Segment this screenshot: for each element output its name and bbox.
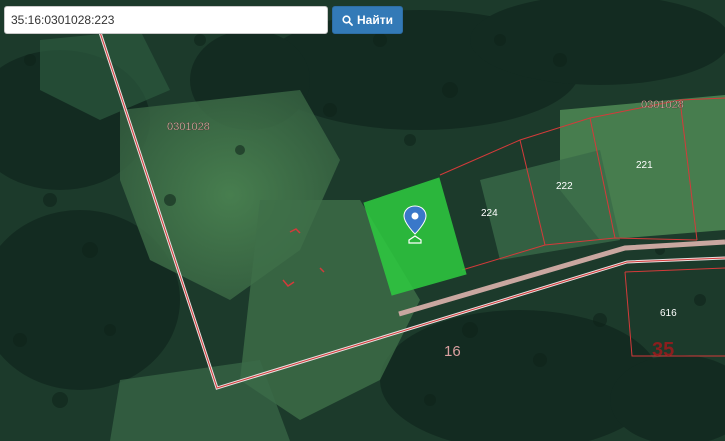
search-input[interactable] xyxy=(4,6,328,34)
region-label: 16 xyxy=(444,343,461,360)
parcel-label: 616 xyxy=(660,308,677,319)
parcel-label: 224 xyxy=(481,208,498,219)
search-button-label: Найти xyxy=(357,13,393,27)
quarter-label: 0301028 xyxy=(167,121,210,133)
search-button[interactable]: Найти xyxy=(332,6,403,34)
search-bar: Найти xyxy=(4,6,403,34)
parcel-label: 221 xyxy=(636,160,653,171)
region-label: 35 xyxy=(652,339,674,361)
parcel-label: 222 xyxy=(556,181,573,192)
quarter-label: 0301028 xyxy=(641,99,684,111)
search-icon xyxy=(342,14,353,26)
satellite-map[interactable]: 0301028 0301028 224 222 221 616 16 35 xyxy=(0,0,725,441)
